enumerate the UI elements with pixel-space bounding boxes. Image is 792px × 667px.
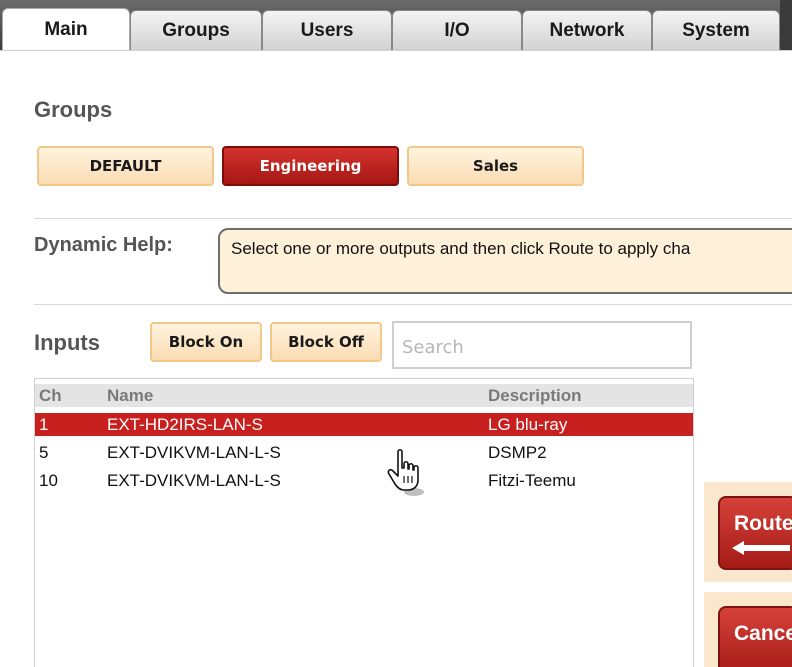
inputs-title: Inputs [34,330,100,355]
dynamic-help-text: Select one or more outputs and then clic… [231,239,691,258]
tab-network[interactable]: Network [522,10,652,50]
cell-name: EXT-DVIKVM-LAN-L-S [107,443,281,462]
inputs-table: Ch Name Description 1 EXT-HD2IRS-LAN-S L… [34,378,694,667]
divider [34,304,792,305]
cell-name: EXT-DVIKVM-LAN-L-S [107,471,281,490]
tab-system[interactable]: System [652,10,780,50]
cell-ch: 1 [39,415,49,434]
divider [34,218,792,219]
tab-main[interactable]: Main [2,8,130,50]
cancel-button-label: Cance [734,622,792,645]
table-row[interactable]: 10 EXT-DVIKVM-LAN-L-S Fitzi-Teemu [35,469,693,492]
block-on-button[interactable]: Block On [150,322,262,362]
route-button[interactable]: Route [718,496,792,570]
cell-name: EXT-HD2IRS-LAN-S [107,415,263,434]
group-default-button[interactable]: DEFAULT [37,146,214,186]
table-header: Ch Name Description [35,384,693,407]
tab-content-border [0,50,792,51]
block-off-button[interactable]: Block Off [270,322,382,362]
column-header-description[interactable]: Description [488,386,582,406]
cell-description: Fitzi-Teemu [488,471,576,490]
group-engineering-button[interactable]: Engineering [222,146,399,186]
tab-groups[interactable]: Groups [130,10,262,50]
table-row[interactable]: 5 EXT-DVIKVM-LAN-L-S DSMP2 [35,441,693,464]
column-header-ch[interactable]: Ch [39,386,62,406]
groups-title: Groups [34,97,113,122]
cell-ch: 5 [39,443,49,462]
tab-users[interactable]: Users [262,10,392,50]
cell-description: LG blu-ray [488,415,568,434]
route-button-label: Route [734,512,792,535]
cell-description: DSMP2 [488,443,547,462]
search-input[interactable]: Search [392,321,692,369]
cancel-button[interactable]: Cance [718,606,792,667]
column-header-name[interactable]: Name [107,386,153,406]
dynamic-help-label: Dynamic Help: [34,234,173,256]
cell-ch: 10 [39,471,58,490]
window-edge [780,0,792,50]
tab-io[interactable]: I/O [392,10,522,50]
group-sales-button[interactable]: Sales [407,146,584,186]
main-page: Main Groups Users I/O Network System Gro… [0,0,792,667]
table-row[interactable]: 1 EXT-HD2IRS-LAN-S LG blu-ray [35,413,693,436]
hand-pointer-icon [387,448,424,496]
dynamic-help-box: Select one or more outputs and then clic… [218,228,792,294]
route-arrow-icon [732,541,790,555]
